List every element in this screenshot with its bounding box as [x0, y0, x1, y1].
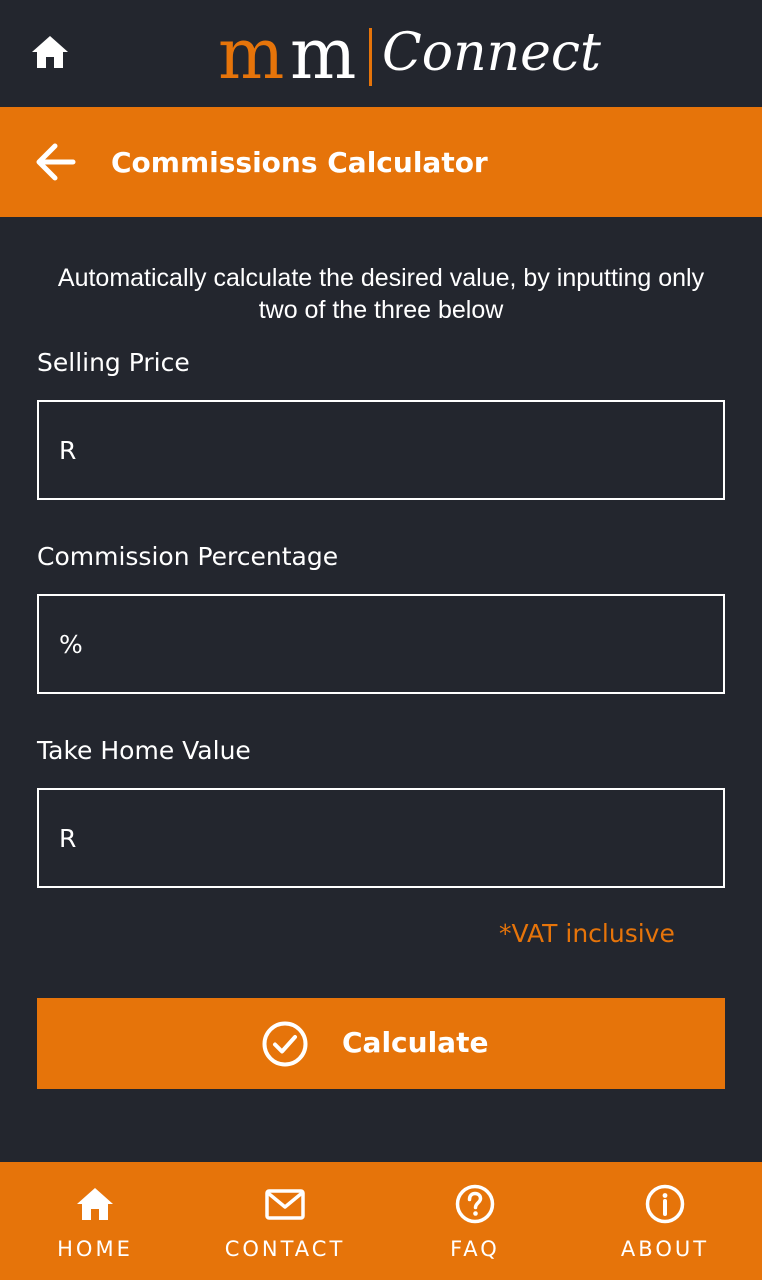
arrow-left-icon	[36, 143, 76, 181]
nav-label-faq: FAQ	[450, 1237, 500, 1261]
question-circle-icon	[455, 1184, 495, 1224]
calculate-label: Calculate	[342, 1026, 489, 1059]
take-home-value-label: Take Home Value	[37, 736, 251, 765]
commission-percentage-input[interactable]	[39, 596, 723, 692]
instructions-text: Automatically calculate the desired valu…	[57, 264, 705, 324]
calculate-button[interactable]: Calculate	[37, 998, 725, 1089]
home-icon	[32, 36, 68, 68]
page-header: Commissions Calculator	[0, 107, 762, 217]
nav-item-faq[interactable]: FAQ	[380, 1162, 570, 1280]
commission-percentage-label: Commission Percentage	[37, 542, 339, 571]
page-title: Commissions Calculator	[111, 146, 488, 179]
take-home-value-input[interactable]	[39, 790, 723, 886]
bottom-navigation: HOME CONTACT FAQ ABOUT	[0, 1162, 762, 1280]
vat-note: *VAT inclusive	[499, 919, 675, 948]
take-home-value-field	[37, 788, 725, 888]
mail-icon	[265, 1189, 305, 1220]
nav-item-about[interactable]: ABOUT	[570, 1162, 760, 1280]
logo-mark-white: m	[290, 13, 356, 95]
check-circle-icon	[262, 1021, 308, 1067]
nav-item-home[interactable]: HOME	[0, 1162, 190, 1280]
selling-price-label: Selling Price	[37, 348, 190, 377]
commission-percentage-field	[37, 594, 725, 694]
home-button[interactable]	[30, 34, 70, 70]
back-button[interactable]	[34, 142, 76, 182]
nav-label-contact: CONTACT	[224, 1237, 346, 1261]
nav-label-about: ABOUT	[620, 1237, 710, 1261]
logo-divider	[369, 28, 372, 86]
top-bar: m m Connect	[0, 0, 762, 107]
mm-connect-logo: m m Connect	[218, 13, 601, 95]
nav-label-home: HOME	[57, 1237, 133, 1261]
commissions-calculator-screen: m m Connect Commissions Calculator Autom…	[0, 0, 762, 1280]
home-icon	[77, 1188, 113, 1220]
logo-mark-orange: m	[218, 13, 284, 95]
selling-price-input[interactable]	[39, 402, 723, 498]
info-circle-icon	[645, 1184, 685, 1224]
selling-price-field	[37, 400, 725, 500]
logo-wordmark: Connect	[382, 23, 601, 83]
nav-item-contact[interactable]: CONTACT	[190, 1162, 380, 1280]
